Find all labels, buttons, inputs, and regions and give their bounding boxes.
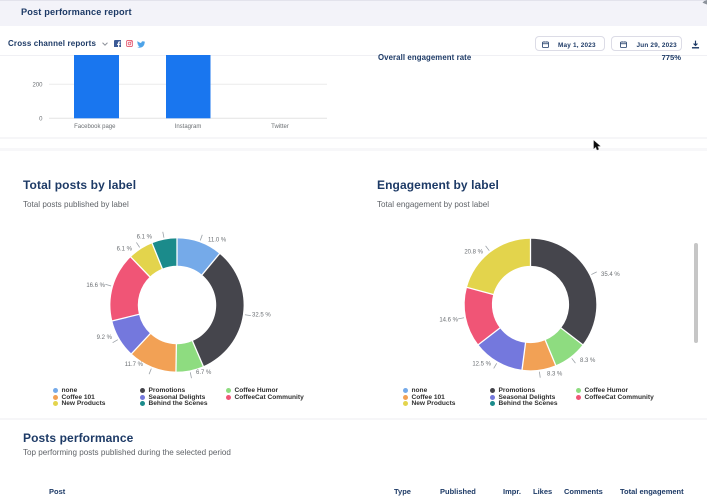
- svg-text:Facebook page: Facebook page: [74, 124, 116, 130]
- svg-text:6.1 %: 6.1 %: [117, 247, 133, 253]
- svg-text:14.6 %: 14.6 %: [439, 318, 458, 324]
- svg-text:Twitter: Twitter: [271, 124, 289, 130]
- svg-text:35.4 %: 35.4 %: [601, 272, 620, 278]
- svg-text:200: 200: [32, 82, 43, 88]
- svg-text:11.0 %: 11.0 %: [208, 238, 227, 244]
- svg-text:20.8 %: 20.8 %: [464, 250, 483, 256]
- svg-text:8.3 %: 8.3 %: [547, 372, 563, 378]
- svg-text:Instagram: Instagram: [175, 124, 202, 130]
- svg-text:9.2 %: 9.2 %: [97, 335, 113, 341]
- svg-text:6.7 %: 6.7 %: [196, 370, 212, 376]
- svg-text:16.6 %: 16.6 %: [86, 283, 105, 289]
- svg-text:0: 0: [39, 116, 43, 122]
- svg-text:8.3 %: 8.3 %: [580, 358, 596, 364]
- svg-text:12.5 %: 12.5 %: [472, 362, 491, 368]
- svg-text:32.5 %: 32.5 %: [252, 313, 271, 319]
- svg-text:11.7 %: 11.7 %: [125, 362, 144, 368]
- svg-text:6.1 %: 6.1 %: [137, 235, 153, 241]
